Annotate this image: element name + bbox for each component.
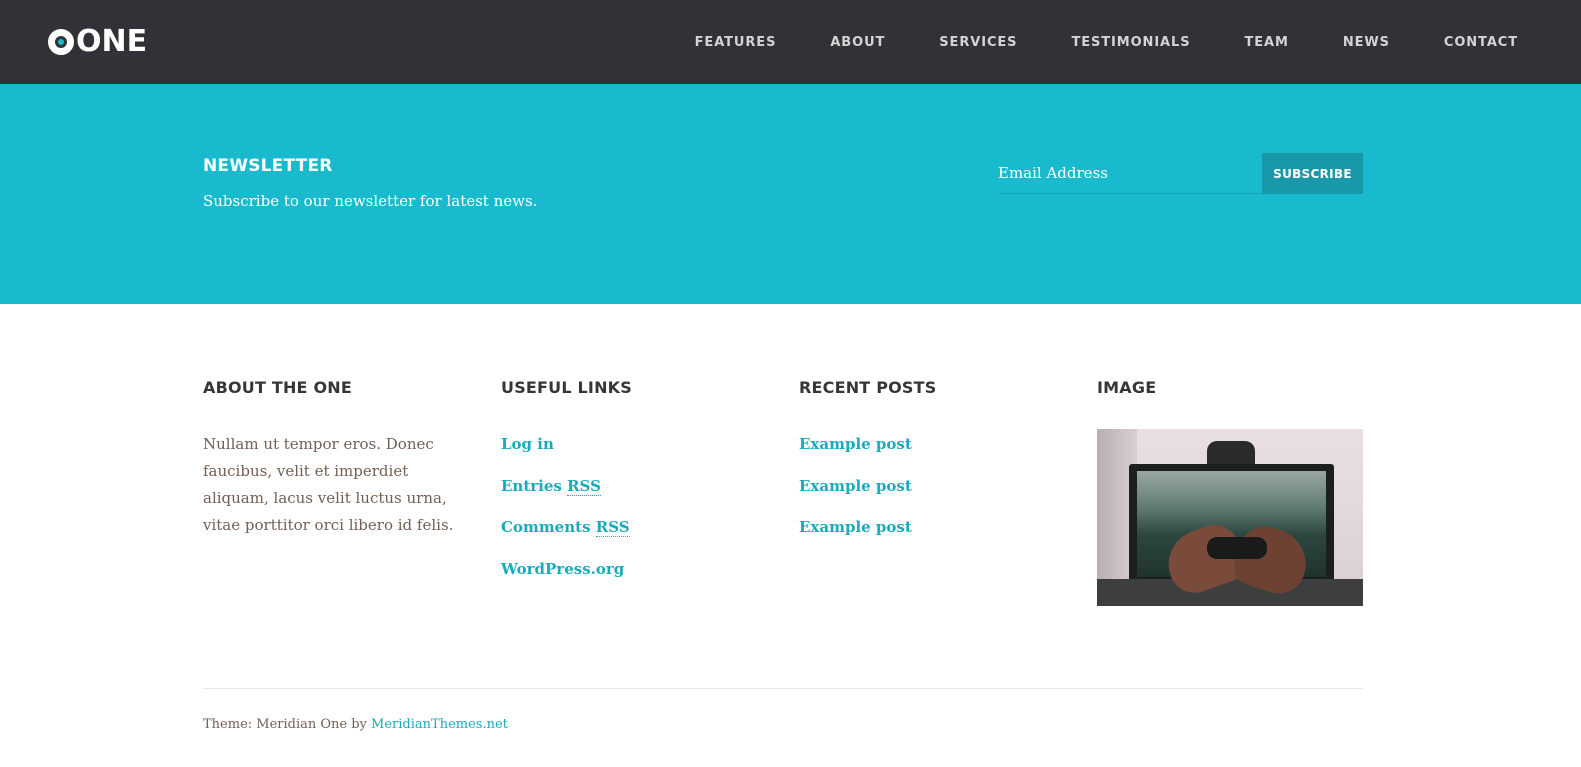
newsletter-description: Subscribe to our newsletter for latest n… — [203, 192, 538, 210]
logo-ring-icon — [48, 29, 74, 55]
nav-item-features[interactable]: FEATURES — [695, 35, 777, 50]
recent-post-link[interactable]: Example post — [799, 435, 912, 453]
list-item: Example post — [799, 473, 1059, 515]
logo-text: ONE — [76, 24, 148, 59]
rss-abbr: RSS — [567, 476, 601, 496]
recent-post-link[interactable]: Example post — [799, 477, 912, 495]
link-entries-rss[interactable]: Entries RSS — [501, 476, 601, 496]
list-item: Example post — [799, 431, 1059, 473]
link-label: Comments — [501, 518, 591, 537]
about-widget-title: ABOUT THE ONE — [203, 378, 352, 397]
useful-links-widget: USEFUL LINKS Log in Entries RSS Comments… — [501, 378, 761, 598]
nav-item-news[interactable]: NEWS — [1343, 35, 1390, 50]
recent-post-link[interactable]: Example post — [799, 518, 912, 536]
list-item: Example post — [799, 514, 1059, 556]
footer-divider — [203, 688, 1363, 689]
email-input[interactable] — [998, 153, 1262, 194]
nav-item-team[interactable]: TEAM — [1244, 35, 1288, 50]
recent-posts-title: RECENT POSTS — [799, 378, 937, 397]
about-widget-text: Nullam ut tempor eros. Donec faucibus, v… — [203, 435, 454, 534]
nav-item-about[interactable]: ABOUT — [830, 35, 885, 50]
link-log-in[interactable]: Log in — [501, 435, 554, 453]
nav-item-contact[interactable]: CONTACT — [1444, 35, 1518, 50]
image-widget: IMAGE — [1097, 378, 1363, 606]
list-item: Log in — [501, 431, 761, 473]
useful-links-list: Log in Entries RSS Comments RSS WordPres… — [501, 431, 761, 598]
footer-credit: Theme: Meridian One by MeridianThemes.ne… — [203, 717, 508, 732]
site-logo[interactable]: ONE — [48, 26, 147, 58]
newsletter-title: NEWSLETTER — [203, 156, 333, 176]
newsletter-form: SUBSCRIBE — [998, 153, 1363, 194]
rss-abbr: RSS — [595, 518, 630, 538]
link-wordpress-org[interactable]: WordPress.org — [501, 560, 624, 578]
gamepad-icon — [1207, 537, 1267, 559]
about-widget: ABOUT THE ONE Nullam ut tempor eros. Don… — [203, 378, 463, 539]
photo-desk — [1097, 579, 1363, 606]
image-widget-title: IMAGE — [1097, 378, 1157, 397]
newsletter-section: NEWSLETTER Subscribe to our newsletter f… — [0, 84, 1581, 304]
credit-link[interactable]: MeridianThemes.net — [371, 717, 508, 732]
subscribe-button[interactable]: SUBSCRIBE — [1262, 153, 1363, 194]
recent-posts-widget: RECENT POSTS Example post Example post E… — [799, 378, 1059, 556]
list-item: Comments RSS — [501, 514, 761, 556]
nav-item-services[interactable]: SERVICES — [939, 35, 1017, 50]
site-header: ONE FEATURES ABOUT SERVICES TESTIMONIALS… — [0, 0, 1581, 84]
link-label: Entries — [501, 476, 562, 495]
credit-prefix: Theme: Meridian One by — [203, 717, 372, 732]
list-item: Entries RSS — [501, 473, 761, 515]
link-comments-rss[interactable]: Comments RSS — [501, 518, 630, 538]
useful-links-title: USEFUL LINKS — [501, 378, 632, 397]
main-navigation: FEATURES ABOUT SERVICES TESTIMONIALS TEA… — [695, 0, 1518, 84]
list-item: WordPress.org — [501, 556, 761, 598]
nav-item-testimonials[interactable]: TESTIMONIALS — [1071, 35, 1190, 50]
gaming-photo — [1097, 429, 1363, 606]
recent-posts-list: Example post Example post Example post — [799, 431, 1059, 556]
